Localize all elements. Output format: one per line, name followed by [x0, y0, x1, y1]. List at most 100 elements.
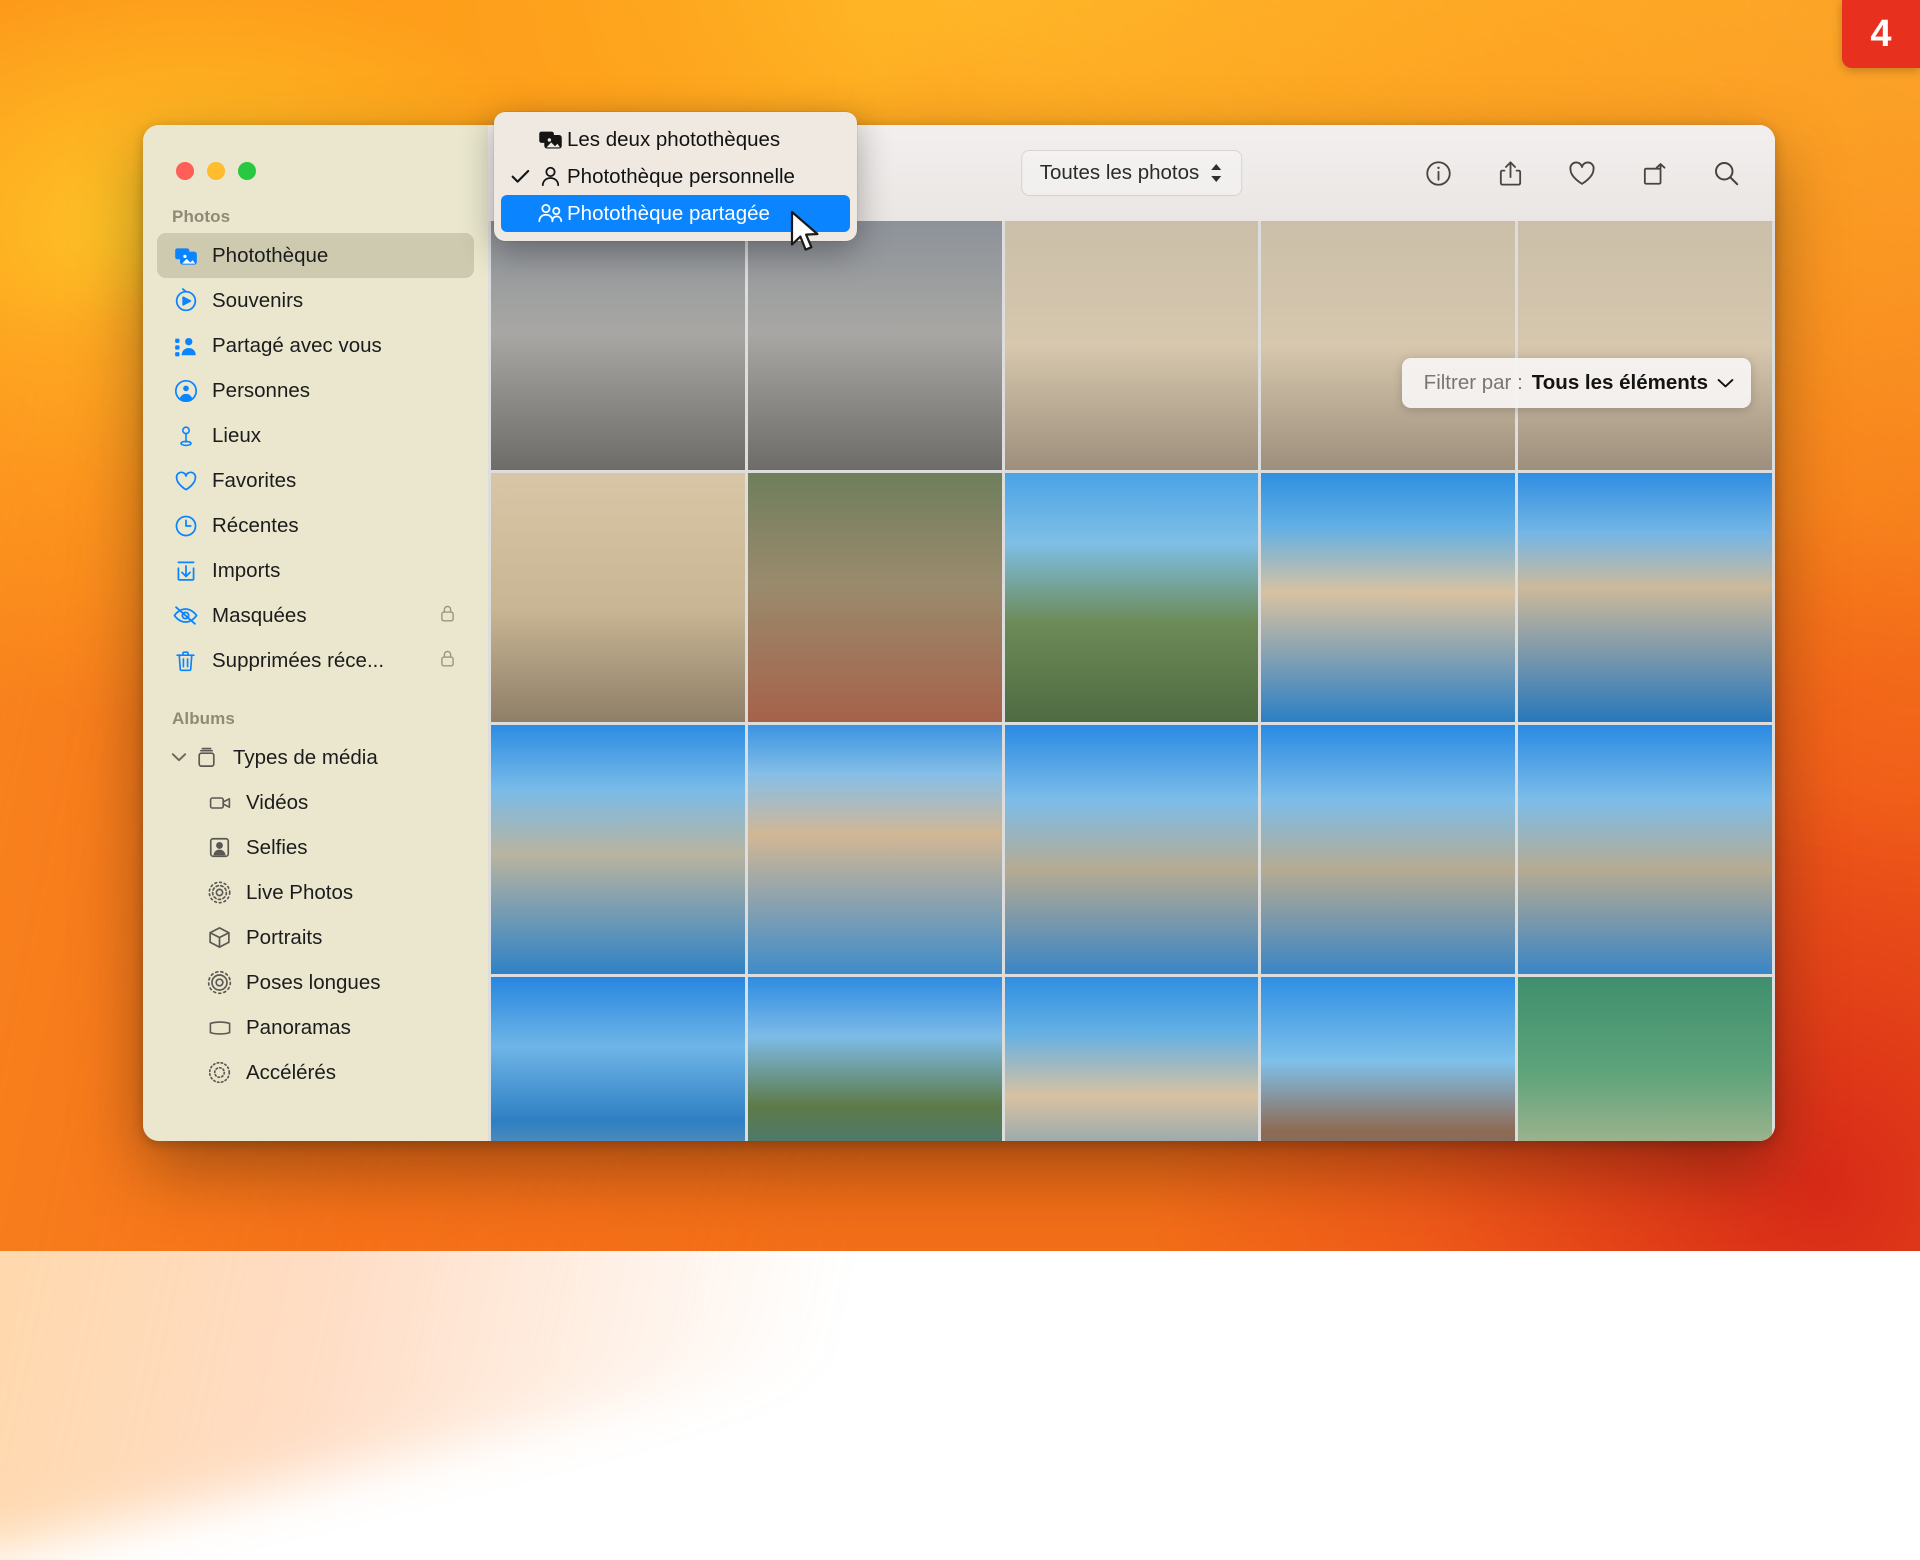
person-icon: [533, 164, 567, 189]
filter-label: Filtrer par :: [1423, 371, 1523, 394]
sidebar-item-phototh-que[interactable]: Photothèque: [157, 233, 474, 278]
sidebar-item-masqu-es[interactable]: Masquées: [157, 593, 474, 638]
photo-image: [491, 221, 745, 470]
sidebar-item-label: Accélérés: [246, 1060, 337, 1084]
sidebar-item-label: Personnes: [212, 378, 311, 402]
minimize-button[interactable]: [207, 162, 225, 180]
trash-icon: [172, 648, 199, 674]
menu-item-label: Photothèque personnelle: [567, 164, 795, 188]
sidebar-item-label: Partagé avec vous: [212, 333, 382, 357]
photo-image: [1261, 977, 1516, 1141]
menu-item-phototh-que-personnelle[interactable]: Photothèque personnelle: [501, 158, 850, 195]
photo-image: [747, 221, 1002, 470]
photo-image: [1004, 977, 1259, 1141]
share-icon[interactable]: [1495, 158, 1525, 188]
sidebar-item-types-de-m-dia[interactable]: Types de média: [157, 735, 474, 780]
photo-thumbnail[interactable]: [491, 977, 745, 1141]
sidebar-item-acc-l-r-s[interactable]: Accélérés: [157, 1050, 474, 1095]
photo-thumbnail[interactable]: [747, 977, 1002, 1141]
photo-thumbnail[interactable]: [747, 473, 1002, 722]
sidebar-item-label: Lieux: [212, 423, 262, 447]
sidebar-item-favorites[interactable]: Favorites: [157, 458, 474, 503]
info-icon[interactable]: [1423, 158, 1453, 188]
sidebar-item-label: Types de média: [233, 745, 378, 769]
photo-image: [1518, 221, 1772, 470]
photo-thumbnail[interactable]: [1004, 221, 1259, 470]
both-libraries-icon: [533, 126, 567, 153]
timelapse-icon: [206, 1060, 233, 1085]
sidebar-item-vid-os[interactable]: Vidéos: [157, 780, 474, 825]
photo-image: [1261, 473, 1516, 722]
photo-thumbnail[interactable]: [1518, 221, 1772, 470]
panorama-icon: [206, 1016, 233, 1040]
sidebar-item-label: Imports: [212, 558, 281, 582]
chevron-down-icon[interactable]: [169, 752, 189, 763]
sidebar-item-label: Favorites: [212, 468, 297, 492]
close-button[interactable]: [176, 162, 194, 180]
photo-image: [1004, 221, 1259, 470]
photo-thumbnail[interactable]: [1518, 473, 1772, 722]
sidebar-item-portraits[interactable]: Portraits: [157, 915, 474, 960]
selfie-icon: [206, 835, 233, 860]
photo-image: [1518, 725, 1772, 974]
photo-thumbnail[interactable]: [1261, 725, 1516, 974]
photo-thumbnail[interactable]: [1004, 725, 1259, 974]
sidebar-item-lieux[interactable]: Lieux: [157, 413, 474, 458]
sidebar-item-partag-avec-vous[interactable]: Partagé avec vous: [157, 323, 474, 368]
checkmark-icon: [507, 169, 533, 184]
sidebar-item-label: Poses longues: [246, 970, 381, 994]
photo-thumbnail[interactable]: [1518, 977, 1772, 1141]
portrait-cube-icon: [206, 925, 233, 950]
sidebar-item-label: Photothèque: [212, 243, 329, 267]
sidebar-item-poses-longues[interactable]: Poses longues: [157, 960, 474, 1005]
photo-thumbnail[interactable]: [491, 725, 745, 974]
sidebar-scroll[interactable]: Photos Photothèque Souvenirs Partagé avec v…: [143, 125, 488, 1095]
sidebar-item-label: Portraits: [246, 925, 323, 949]
photo-image: [491, 473, 745, 722]
photo-thumbnail[interactable]: [1004, 473, 1259, 722]
photo-thumbnail[interactable]: [1518, 725, 1772, 974]
favorite-heart-icon[interactable]: [1567, 158, 1597, 188]
sidebar: Photos Photothèque Souvenirs Partagé avec v…: [143, 125, 488, 1141]
photo-thumbnail[interactable]: [1261, 221, 1516, 470]
people-icon: [172, 378, 199, 404]
sidebar-item-personnes[interactable]: Personnes: [157, 368, 474, 413]
sidebar-item-live-photos[interactable]: Live Photos: [157, 870, 474, 915]
view-switch-popup[interactable]: Toutes les photos: [1020, 150, 1243, 196]
chevron-updown-icon: [1211, 164, 1222, 182]
photo-image: [1261, 725, 1516, 974]
menu-item-les-deux-phototh-ques[interactable]: Les deux photothèques: [501, 121, 850, 158]
sidebar-item-label: Panoramas: [246, 1015, 351, 1039]
filter-bar[interactable]: Filtrer par : Tous les éléments: [1401, 358, 1751, 408]
lock-icon: [437, 603, 458, 629]
photo-image: [1261, 221, 1516, 470]
hidden-eye-icon: [172, 602, 199, 629]
photo-thumbnail[interactable]: [747, 221, 1002, 470]
step-badge: 4: [1842, 0, 1920, 68]
photo-thumbnail[interactable]: [1261, 977, 1516, 1141]
sidebar-item-imports[interactable]: Imports: [157, 548, 474, 593]
sidebar-item-selfies[interactable]: Selfies: [157, 825, 474, 870]
sidebar-section-title: Photos: [172, 207, 231, 226]
photo-thumbnail[interactable]: [1004, 977, 1259, 1141]
clock-icon: [172, 513, 199, 539]
sidebar-section-title: Albums: [172, 709, 235, 728]
photo-image: [1004, 473, 1259, 722]
mouse-pointer: [790, 210, 819, 251]
photo-image: [1518, 977, 1772, 1141]
sidebar-item-r-centes[interactable]: Récentes: [157, 503, 474, 548]
photo-image: [747, 977, 1002, 1141]
window-traffic-lights: [176, 162, 256, 180]
sidebar-item-label: Récentes: [212, 513, 299, 537]
photo-thumbnail[interactable]: [747, 725, 1002, 974]
sidebar-item-souvenirs[interactable]: Souvenirs: [157, 278, 474, 323]
search-icon[interactable]: [1711, 158, 1741, 188]
photo-thumbnail[interactable]: 5 juil. 2022Monaco: [491, 473, 745, 722]
rotate-icon[interactable]: [1639, 158, 1669, 188]
photo-thumbnail[interactable]: [1261, 473, 1516, 722]
photo-thumbnail[interactable]: [491, 221, 745, 470]
sidebar-item-supprim-es-r-ce[interactable]: Supprimées réce...: [157, 638, 474, 683]
photo-image: [491, 725, 745, 974]
zoom-button[interactable]: [238, 162, 256, 180]
sidebar-item-panoramas[interactable]: Panoramas: [157, 1005, 474, 1050]
